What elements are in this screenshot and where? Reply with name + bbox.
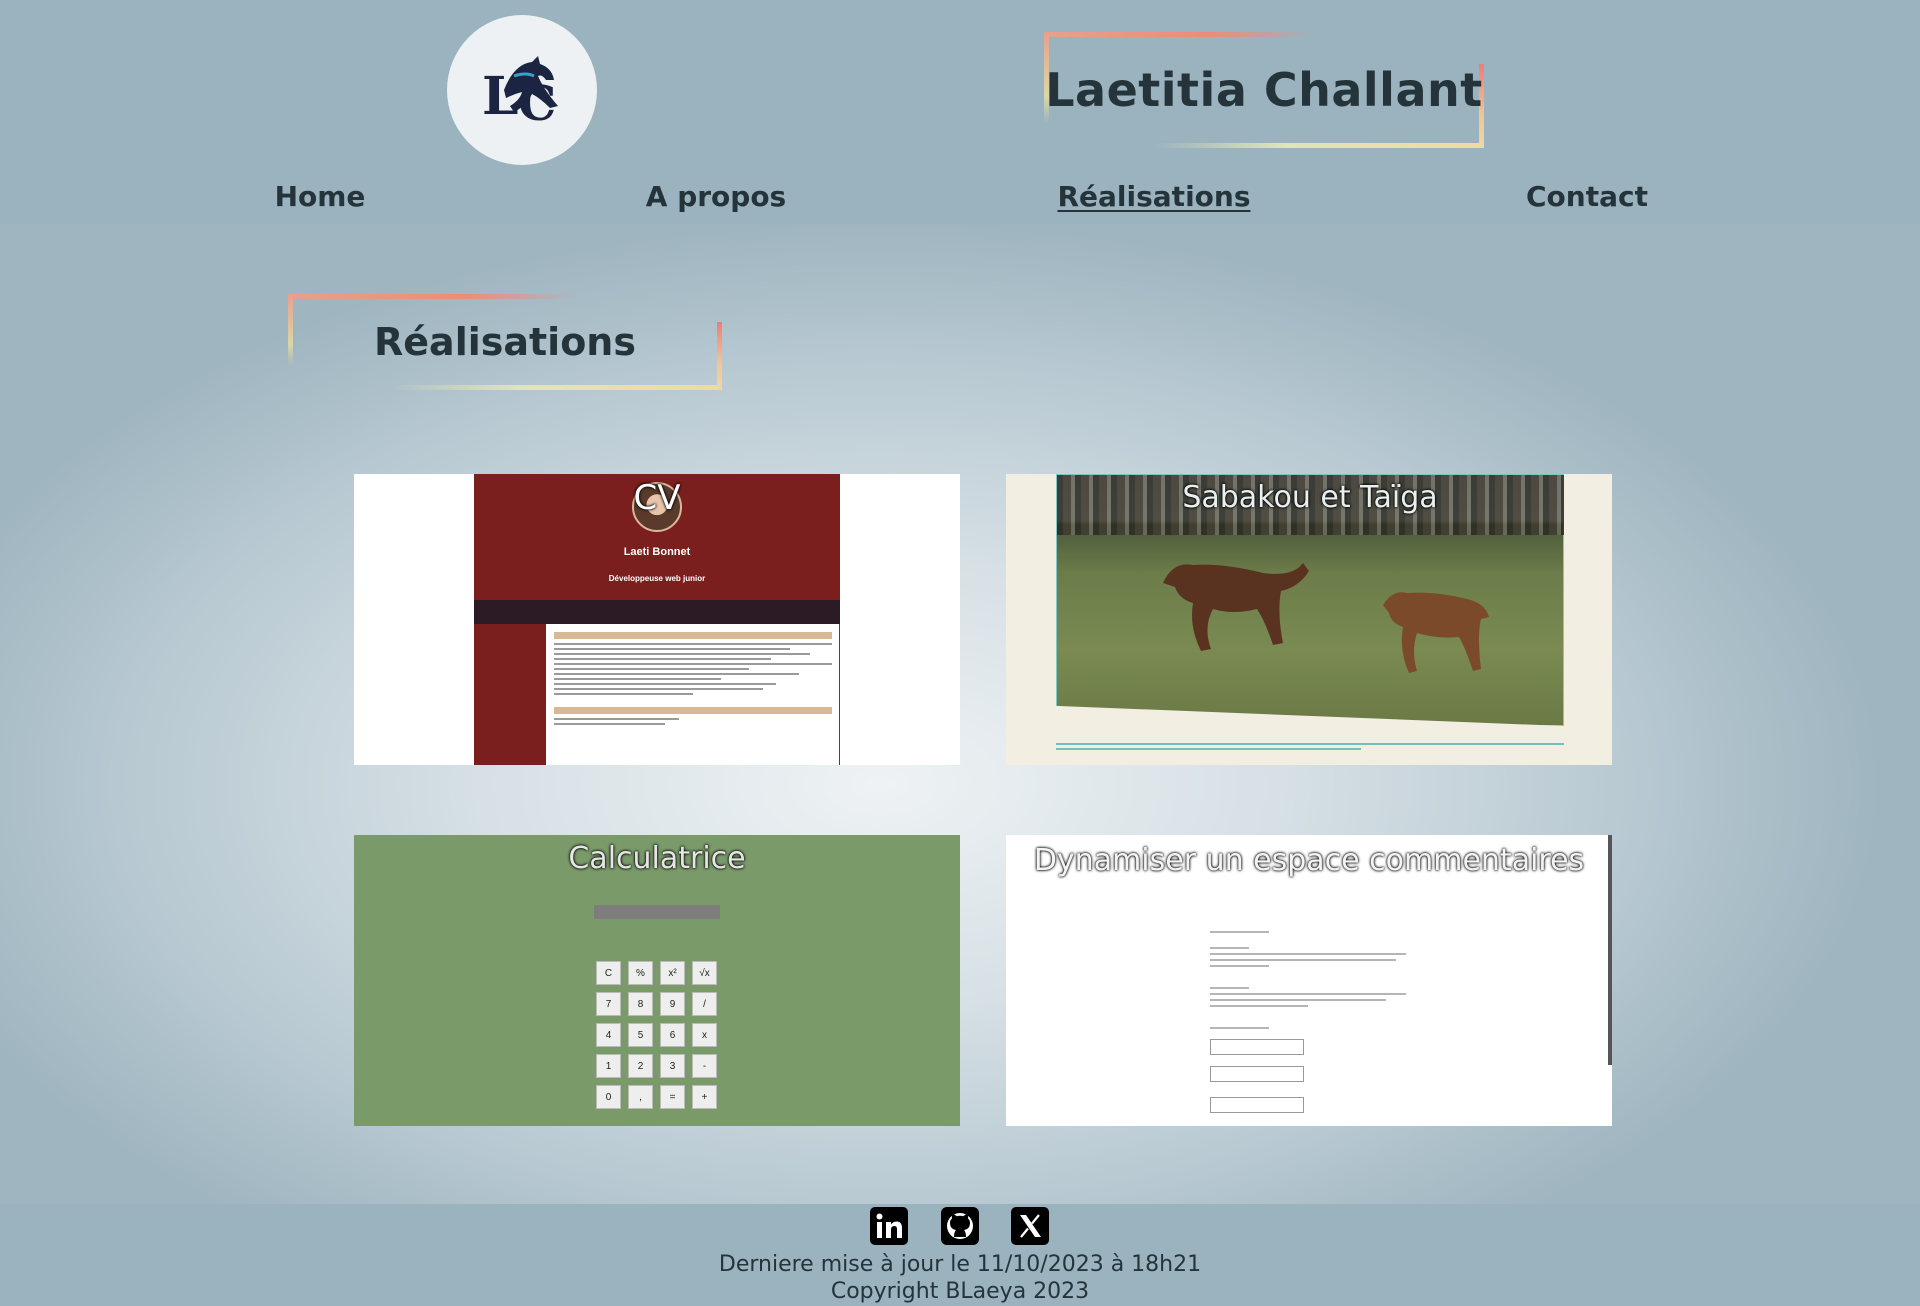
calculator-key: 7 [596,992,621,1016]
calculator-key: + [692,1085,717,1109]
calculator-key: 1 [596,1054,621,1078]
calculator-key: 0 [596,1085,621,1109]
x-icon[interactable] [1010,1206,1050,1246]
project-title: Calculatrice [568,841,746,876]
calculator-key: - [692,1054,717,1078]
calculator-keypad: C% x² √x 7 8 9 / 4 5 6 x 1 2 3- 0, = + [596,961,722,1109]
calculator-display [594,905,720,919]
project-title: CV [633,478,681,518]
brand-frame: Laetitia Challant [1044,32,1484,148]
project-title: Dynamiser un espace commentaires [1033,843,1585,878]
nav-item-realisations[interactable]: Réalisations [1057,180,1250,213]
calculator-key: x [692,1023,717,1047]
section-heading-frame: Réalisations [288,294,722,390]
scrollbar [1608,835,1612,1065]
last-update-text: Derniere mise à jour le 11/10/2023 à 18h… [718,1252,1202,1277]
project-card-cv[interactable]: CV Laeti Bonnet Développeuse web junior [354,474,960,765]
site-header: L C Laetitia Challant Home A propos Réal… [0,0,1920,224]
section-title: Réalisations [374,320,636,364]
nav-item-a-propos[interactable]: A propos [646,180,786,213]
site-footer: Derniere mise à jour le 11/10/2023 à 18h… [0,1204,1920,1306]
project-card-calculatrice[interactable]: Calculatrice C% x² √x 7 8 9 / 4 5 6 x 1 2 3- 0, = + [354,835,960,1126]
calculator-key: = [660,1085,685,1109]
project-title: Sabakou et Taïga [1182,480,1438,515]
site-title: Laetitia Challant [1045,63,1483,117]
horse-logo-icon: L C [482,56,558,130]
calculator-key: 8 [628,992,653,1016]
nav-item-home[interactable]: Home [275,180,366,213]
main-nav: Home A propos Réalisations Contact [0,180,1920,224]
calculator-key: 9 [660,992,685,1016]
calculator-key: , [628,1085,653,1109]
calculator-key: 4 [596,1023,621,1047]
calculator-key: % [628,961,653,985]
project-card-commentaires[interactable]: Dynamiser un espace commentaires [1006,835,1612,1126]
calculator-key: / [692,992,717,1016]
project-card-sabakou[interactable]: Sabakou et Taïga [1006,474,1612,765]
caption-lines [1056,740,1564,753]
cv-name: Laeti Bonnet [623,546,691,558]
logo[interactable]: L C [447,15,597,165]
calculator-key: 2 [628,1054,653,1078]
calculator-key: 6 [660,1023,685,1047]
calculator-key: x² [660,961,685,985]
calculator-key: C [596,961,621,985]
main-content: Réalisations CV Laeti Bonnet Développeus… [0,224,1920,1204]
github-icon[interactable] [940,1206,980,1246]
linkedin-icon[interactable] [869,1206,909,1246]
comments-preview [1210,927,1406,1118]
calculator-key: 3 [660,1054,685,1078]
calculator-key: √x [692,961,717,985]
nav-item-contact[interactable]: Contact [1526,180,1648,213]
calculator-key: 5 [628,1023,653,1047]
copyright-text: Copyright BLaeya 2023 [830,1279,1090,1304]
cv-role: Développeuse web junior [608,574,706,583]
cv-preview: CV Laeti Bonnet Développeuse web junior [474,474,840,765]
